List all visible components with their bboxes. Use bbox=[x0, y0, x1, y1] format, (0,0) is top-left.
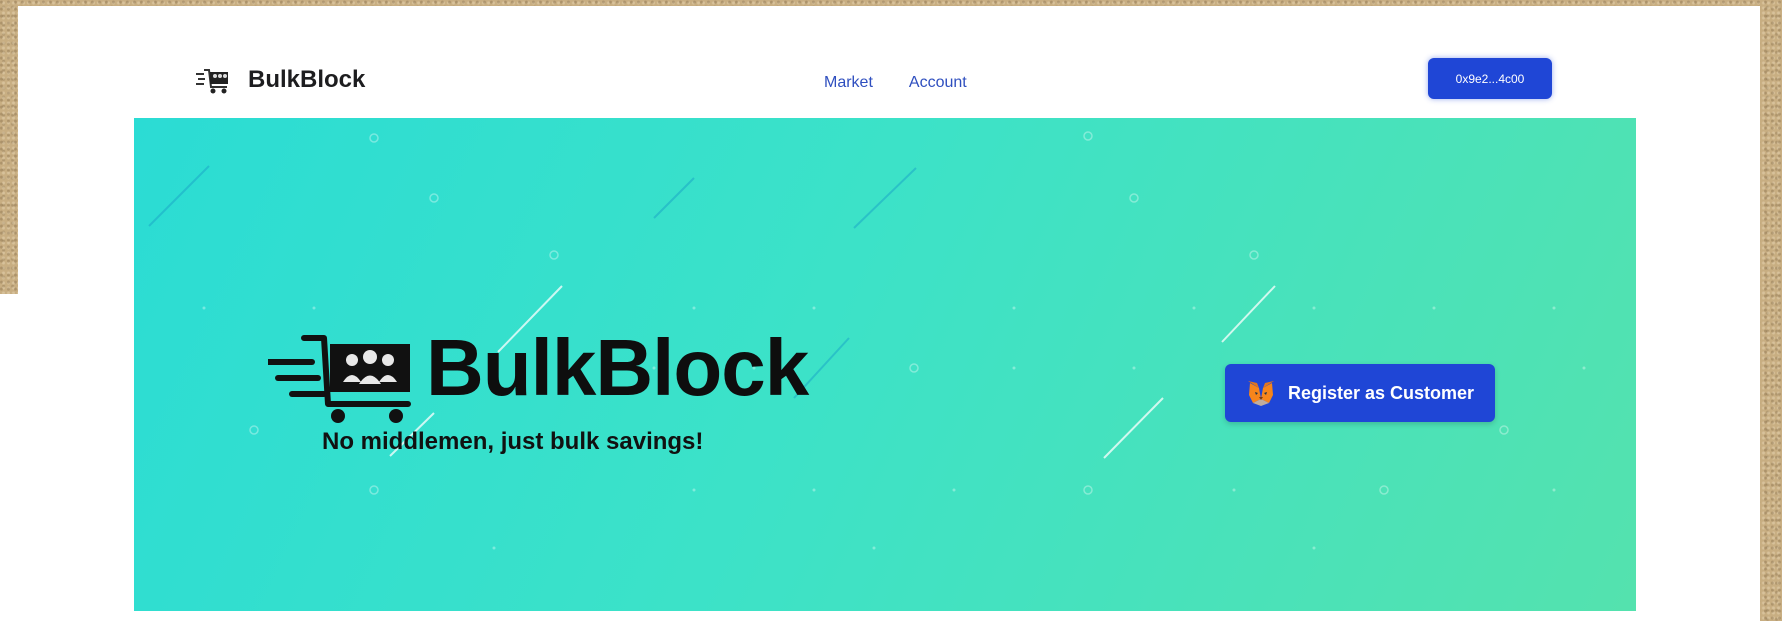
hero-tagline: No middlemen, just bulk savings! bbox=[322, 428, 704, 455]
hero-banner: BulkBlock No middlemen, just bulk saving… bbox=[134, 118, 1636, 611]
wallet-address-button[interactable]: 0x9e2...4c00 bbox=[1428, 58, 1552, 99]
page-card: BulkBlock Market Account 0x9e2...4c00 Bu… bbox=[18, 6, 1760, 621]
metamask-fox-icon bbox=[1247, 381, 1274, 406]
bulk-cart-icon bbox=[196, 69, 228, 94]
register-customer-label: Register as Customer bbox=[1287, 382, 1475, 403]
nav-link-market[interactable]: Market bbox=[824, 74, 873, 92]
navbar: BulkBlock Market Account 0x9e2...4c00 bbox=[18, 6, 1760, 118]
brand[interactable]: BulkBlock bbox=[196, 62, 365, 98]
wallet-address-label: 0x9e2...4c00 bbox=[1455, 71, 1525, 86]
hero-title: BulkBlock bbox=[426, 323, 809, 412]
register-customer-button[interactable]: Register as Customer bbox=[1225, 364, 1495, 422]
nav-link-account[interactable]: Account bbox=[909, 74, 967, 92]
brand-name: BulkBlock bbox=[248, 66, 366, 93]
background-patch bbox=[0, 294, 20, 621]
nav-links: Market Account bbox=[824, 74, 1003, 92]
bulk-cart-icon bbox=[268, 335, 411, 423]
